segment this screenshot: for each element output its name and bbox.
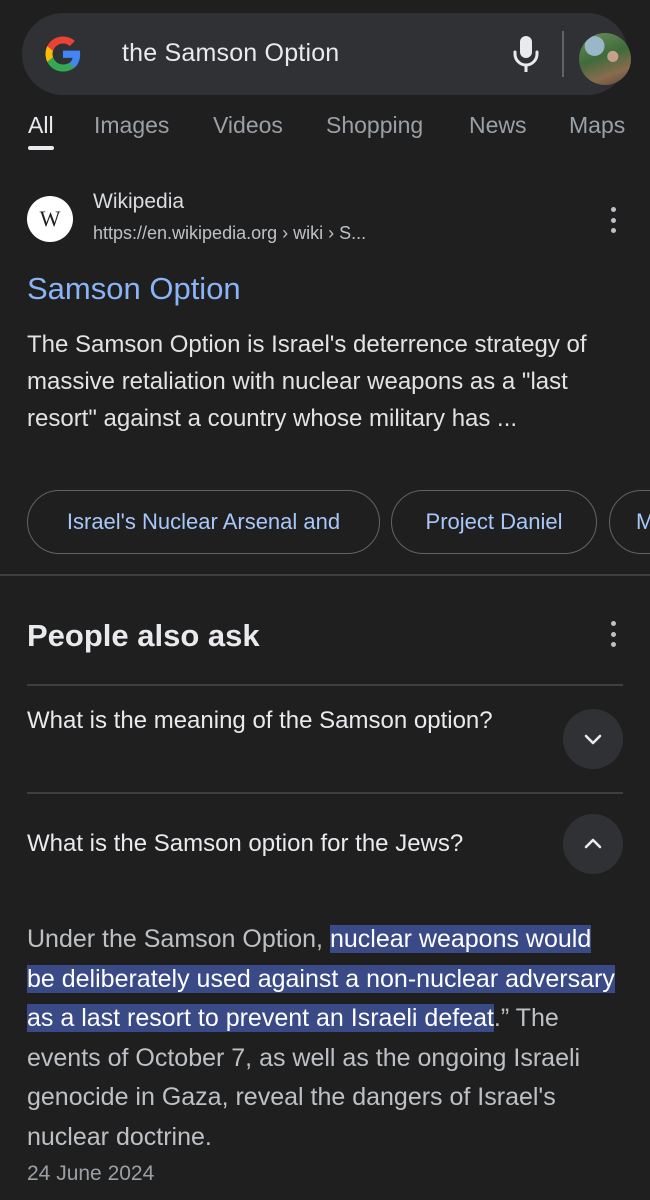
wikipedia-icon[interactable]: W <box>27 196 73 242</box>
mic-icon[interactable] <box>510 33 542 75</box>
collapse-question-button[interactable] <box>563 814 623 874</box>
result-title-link[interactable]: Samson Option <box>27 271 241 307</box>
tab-images[interactable]: Images <box>94 112 169 139</box>
answer-text: Under the Samson Option, <box>27 925 330 953</box>
result-more-options-icon[interactable] <box>608 207 618 233</box>
result-snippet: The Samson Option is Israel's deterrence… <box>27 331 587 432</box>
tab-shopping[interactable]: Shopping <box>326 112 423 139</box>
paa-answer: Under the Samson Option, nuclear weapons… <box>27 920 617 1157</box>
google-g-icon <box>45 36 81 72</box>
sitelink-chip[interactable]: M <box>609 490 650 554</box>
tab-maps[interactable]: Maps <box>569 112 625 139</box>
tab-news[interactable]: News <box>469 112 527 139</box>
sitelink-chip[interactable]: Israel's Nuclear Arsenal and <box>27 490 380 554</box>
sitelink-chips: Israel's Nuclear Arsenal and Project Dan… <box>27 490 650 554</box>
answer-date: 24 June 2024 <box>27 1162 155 1185</box>
tab-videos[interactable]: Videos <box>213 112 283 139</box>
expand-question-button[interactable] <box>563 709 623 769</box>
tab-all[interactable]: All <box>28 112 54 139</box>
avatar[interactable] <box>579 33 631 85</box>
section-divider <box>0 574 650 576</box>
paa-question[interactable]: What is the meaning of the Samson option… <box>27 704 527 738</box>
paa-question[interactable]: What is the Samson option for the Jews? <box>27 827 547 861</box>
people-also-ask-title: People also ask <box>27 618 260 653</box>
active-tab-indicator <box>28 146 54 150</box>
search-bar-divider <box>562 31 564 77</box>
chevron-down-icon <box>584 734 602 745</box>
result-site-name[interactable]: Wikipedia <box>93 190 184 214</box>
paa-more-options-icon[interactable] <box>608 621 618 647</box>
question-divider <box>27 792 623 794</box>
sitelink-chip[interactable]: Project Daniel <box>391 490 597 554</box>
question-divider <box>27 684 623 686</box>
search-input[interactable]: the Samson Option <box>122 39 339 68</box>
search-bar[interactable]: the Samson Option <box>22 13 631 95</box>
search-tabs: All Images Videos Shopping News Maps <box>0 108 650 152</box>
chevron-up-icon <box>584 838 602 849</box>
result-url[interactable]: https://en.wikipedia.org › wiki › S... <box>93 223 366 244</box>
